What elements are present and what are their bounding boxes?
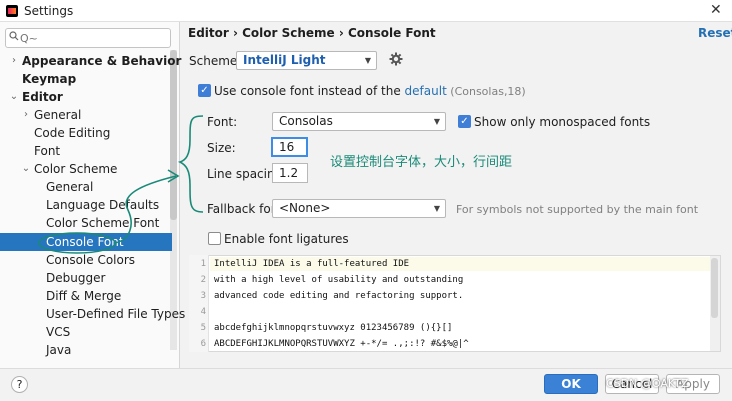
window-title: Settings	[24, 4, 74, 18]
sidebar-item-label: Language Defaults	[46, 198, 160, 212]
sidebar-item[interactable]: ⌄ Color Scheme	[0, 160, 172, 178]
preview-code-line: abcdefghijklmnopqrstuvwxyz 0123456789 ()…	[214, 323, 453, 333]
sidebar-item-label: Code Editing	[34, 126, 111, 140]
scheme-label: Scheme:	[189, 54, 242, 68]
sidebar-item-label: Color Scheme	[34, 162, 118, 176]
sidebar-item[interactable]: Debugger	[0, 269, 172, 287]
sidebar-item-label: User-Defined File Types	[46, 307, 186, 321]
sidebar-item[interactable]: › General	[0, 106, 172, 124]
sidebar-item[interactable]: ⌄ Editor	[0, 88, 172, 106]
size-label: Size:	[207, 141, 236, 155]
scheme-value: IntelliJ Light	[243, 53, 326, 67]
annotation-text: 设置控制台字体，大小，行间距	[330, 155, 513, 170]
font-dropdown[interactable]: Consolas ▼	[272, 112, 446, 131]
font-label: Font:	[207, 115, 238, 129]
sidebar-item[interactable]: VCS	[0, 323, 172, 341]
breadcrumb: Editor › Color Scheme › Console Font	[188, 26, 436, 40]
fallback-font-hint: For symbols not supported by the main fo…	[456, 203, 699, 216]
sidebar-item[interactable]: Code Editing	[0, 124, 172, 142]
sidebar-item-label: Font	[34, 144, 61, 158]
preview-scroll-thumb[interactable]	[711, 258, 718, 318]
reset-link[interactable]: Reset	[698, 26, 732, 40]
monospaced-label: Show only monospaced fonts	[474, 115, 651, 129]
default-font-info: (Consolas,18)	[446, 85, 526, 98]
intellij-logo-icon	[6, 5, 18, 17]
chevron-down-icon: ▼	[433, 117, 440, 126]
close-icon[interactable]: ✕	[710, 2, 722, 18]
chevron-down-icon: ▼	[433, 204, 440, 213]
search-input[interactable]	[5, 28, 171, 48]
monospaced-checkbox[interactable]: ✓	[458, 115, 471, 128]
fallback-font-dropdown[interactable]: <None> ▼	[272, 199, 446, 218]
scheme-dropdown[interactable]: IntelliJ Light ▼	[236, 51, 377, 70]
sidebar-item-label: Keymap	[22, 72, 77, 86]
gear-icon[interactable]	[389, 52, 403, 66]
line-number: 2	[200, 275, 206, 285]
preview-code-line: with a high level of usability and outst…	[214, 275, 464, 285]
chevron-down-icon[interactable]: ⌄	[8, 88, 20, 106]
sidebar-item[interactable]: Font	[0, 142, 172, 160]
sidebar-item[interactable]: Keymap	[0, 70, 172, 88]
sidebar-item[interactable]: Color Scheme Font	[0, 214, 172, 232]
sidebar-item-label: Console Font	[46, 235, 124, 249]
sidebar-item[interactable]: Diff & Merge	[0, 287, 172, 305]
chevron-down-icon: ▼	[364, 56, 371, 65]
sidebar-item[interactable]: User-Defined File Types	[0, 305, 185, 323]
sidebar-item-label: General	[34, 108, 82, 122]
preview-code-line: ABCDEFGHIJKLMNOPQRSTUVWXYZ +-*/= .,;:!? …	[214, 339, 469, 349]
sidebar-item-label: Diff & Merge	[46, 289, 122, 303]
preview-code-line: advanced code editing and refactoring su…	[214, 291, 464, 301]
chevron-right-icon[interactable]: ›	[20, 106, 32, 124]
annotation-brace	[177, 115, 204, 213]
sidebar-item-label: Color Scheme Font	[46, 216, 160, 230]
chevron-down-icon[interactable]: ⌄	[20, 160, 32, 178]
sidebar-item-label: Java	[46, 343, 72, 357]
line-number: 3	[200, 291, 206, 301]
default-font-link[interactable]: default	[405, 84, 447, 98]
line-number: 1	[200, 259, 206, 269]
use-console-font-label: Use console font instead of the default …	[214, 84, 526, 98]
ligatures-label: Enable font ligatures	[224, 232, 349, 246]
search-icon	[9, 30, 19, 44]
fallback-font-value: <None>	[279, 201, 331, 215]
sidebar-item-label: Console Colors	[46, 253, 136, 267]
help-button[interactable]: ?	[11, 376, 28, 393]
ok-button[interactable]: OK	[544, 374, 598, 394]
preview-gutter	[189, 255, 209, 352]
line-number: 6	[200, 339, 206, 349]
sidebar-item[interactable]: General	[0, 178, 172, 196]
line-number: 4	[200, 307, 206, 317]
sidebar-item[interactable]: Java	[0, 341, 172, 359]
sidebar-item-label: VCS	[46, 325, 71, 339]
sidebar-item-label: Editor	[22, 90, 63, 104]
title-bar	[0, 0, 732, 22]
chevron-right-icon[interactable]: ›	[8, 52, 20, 70]
font-value: Consolas	[279, 114, 333, 128]
line-number: 5	[200, 323, 206, 333]
preview-code-line: IntelliJ IDEA is a full-featured IDE	[214, 259, 410, 269]
use-console-font-text: Use console font instead of the	[214, 84, 405, 98]
use-console-font-checkbox[interactable]: ✓	[198, 84, 211, 97]
sidebar-item[interactable]: Language Defaults	[0, 196, 172, 214]
sidebar-item[interactable]: › Appearance & Behavior	[0, 52, 181, 70]
sidebar-item-label: General	[46, 180, 94, 194]
sidebar-item-label: Appearance & Behavior	[22, 54, 182, 68]
sidebar-item-label: Debugger	[46, 271, 106, 285]
size-field[interactable]: 16	[271, 137, 308, 157]
ligatures-checkbox[interactable]	[208, 232, 221, 245]
line-spacing-field[interactable]: 1.2	[272, 163, 308, 183]
sidebar-item[interactable]: Console Colors	[0, 251, 172, 269]
sidebar-item[interactable]: Console Font	[0, 233, 172, 251]
watermark-text: CSDN @OAKTZ	[606, 377, 689, 390]
